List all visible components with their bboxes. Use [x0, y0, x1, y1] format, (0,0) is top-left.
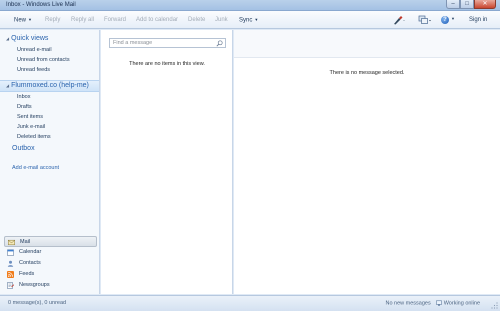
calendar-icon [7, 249, 14, 256]
maximize-button[interactable]: □ [460, 0, 474, 9]
search-input[interactable] [110, 39, 210, 47]
folder-sent-items[interactable]: Sent items [17, 114, 43, 120]
module-label: Contacts [19, 260, 41, 266]
quick-views-header[interactable]: ◢ Quick views [6, 35, 48, 42]
newsgroups-icon [7, 282, 15, 289]
folder-unread-from-contacts[interactable]: Unread from contacts [17, 57, 70, 63]
contacts-icon [7, 260, 14, 267]
new-button[interactable]: New ▼ [14, 16, 32, 25]
window-title: Inbox - Windows Live Mail [6, 2, 76, 8]
folder-pane: ◢ Quick views Unread e-mail Unread from c… [0, 30, 100, 294]
close-button[interactable]: ✕ [474, 0, 496, 9]
search-box [109, 38, 226, 48]
title-bar: Inbox - Windows Live Mail – □ ✕ [0, 0, 500, 11]
module-feeds[interactable]: Feeds [4, 269, 97, 280]
empty-list-message: There are no items in this view. [129, 61, 205, 67]
folder-unread-feeds[interactable]: Unread feeds [17, 67, 50, 73]
reading-pane: There is no message selected. [234, 30, 500, 294]
account-header[interactable]: ◢ Flummoxed.co (help-me) [6, 82, 89, 89]
add-email-account-link[interactable]: Add e-mail account [12, 165, 59, 171]
working-online-status[interactable]: Working online [444, 300, 480, 306]
reading-pane-header [234, 30, 500, 58]
message-count-status: 0 message(s), 0 unread [8, 300, 67, 306]
pen-icon[interactable] [393, 15, 405, 25]
sync-button-label: Sync [239, 17, 253, 24]
online-icon [435, 300, 442, 306]
toolbar: New ▼ Reply Reply all Forward Add to cale… [0, 11, 500, 29]
junk-button[interactable]: Junk [215, 16, 228, 24]
reply-all-button[interactable]: Reply all [71, 16, 94, 24]
collapse-triangle-icon: ◢ [6, 82, 10, 88]
chevron-down-icon: ▼ [254, 17, 259, 22]
feeds-icon [7, 271, 14, 278]
sign-in-button[interactable]: Sign in [469, 16, 487, 24]
module-label: Mail [20, 239, 31, 245]
resize-grip-icon[interactable] [490, 301, 498, 309]
reply-button[interactable]: Reply [45, 16, 60, 24]
folder-outbox[interactable]: Outbox [12, 145, 35, 152]
delete-button[interactable]: Delete [188, 16, 205, 24]
folder-deleted-items[interactable]: Deleted items [17, 134, 51, 140]
connection-status: No new messages Working online [385, 300, 480, 306]
collapse-triangle-icon: ◢ [6, 35, 10, 41]
module-contacts[interactable]: Contacts [4, 258, 97, 269]
chevron-down-icon: ▼ [28, 17, 32, 22]
views-icon[interactable] [418, 15, 431, 25]
folder-unread-email[interactable]: Unread e-mail [17, 47, 52, 53]
new-messages-status: No new messages [385, 300, 431, 307]
folder-inbox[interactable]: Inbox [17, 94, 30, 100]
window-controls: – □ ✕ [446, 0, 496, 10]
help-icon[interactable]: ? ▼ [441, 15, 455, 24]
mail-icon [8, 239, 15, 246]
module-label: Feeds [19, 271, 35, 277]
search-icon[interactable] [216, 40, 223, 47]
add-to-calendar-button[interactable]: Add to calendar [136, 16, 178, 24]
no-message-selected-text: There is no message selected. [329, 70, 405, 76]
folder-drafts[interactable]: Drafts [17, 104, 32, 110]
sync-button[interactable]: Sync ▼ [239, 16, 258, 25]
new-button-label: New [14, 17, 27, 24]
forward-button[interactable]: Forward [104, 16, 126, 24]
status-bar: 0 message(s), 0 unread No new messages Wo… [0, 295, 500, 311]
message-list-pane: There are no items in this view. [101, 30, 233, 294]
module-newsgroups[interactable]: Newsgroups [4, 280, 97, 291]
folder-junk-email[interactable]: Junk e-mail [17, 124, 45, 130]
module-calendar[interactable]: Calendar [4, 247, 97, 258]
minimize-button[interactable]: – [446, 0, 460, 9]
module-mail[interactable]: Mail [4, 236, 97, 247]
module-label: Newsgroups [19, 282, 50, 288]
module-label: Calendar [19, 249, 42, 255]
